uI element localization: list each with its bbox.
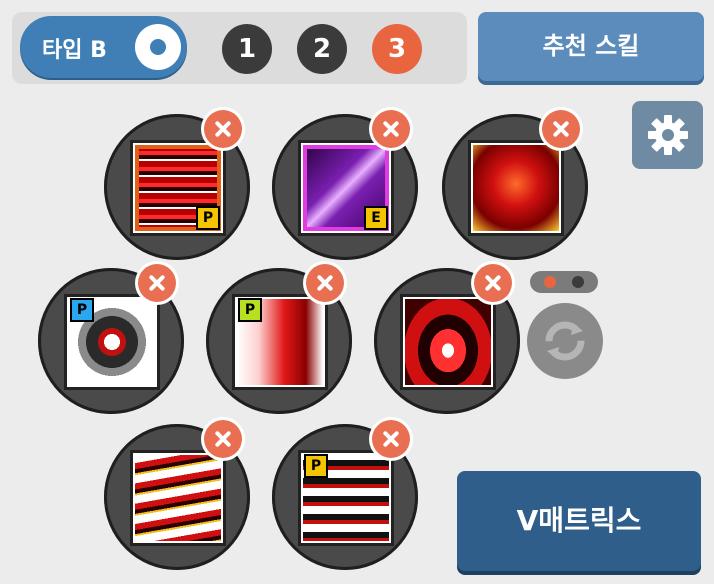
v-matrix-button[interactable]: V매트릭스 (457, 471, 701, 571)
skill-slot-2[interactable]: E (272, 110, 418, 260)
remove-skill-button[interactable] (204, 420, 242, 458)
gear-icon (648, 115, 688, 155)
skill-slot-8[interactable]: P (272, 420, 418, 570)
remove-skill-button[interactable] (542, 110, 580, 148)
remove-skill-button[interactable] (372, 110, 410, 148)
page-button-2[interactable]: 2 (297, 24, 347, 74)
remove-skill-button[interactable] (474, 264, 512, 302)
skill-badge: E (364, 206, 388, 230)
remove-skill-button[interactable] (372, 420, 410, 458)
settings-button[interactable] (632, 101, 703, 169)
skill-badge: P (304, 454, 328, 478)
skill-slot-3[interactable] (442, 110, 588, 260)
refresh-icon (545, 321, 585, 361)
skill-badge: P (70, 298, 94, 322)
skill-slot-6[interactable] (374, 264, 520, 414)
refresh-button[interactable] (527, 303, 603, 379)
pager-dot[interactable] (572, 276, 584, 288)
remove-skill-button[interactable] (306, 264, 344, 302)
pager-dot-active[interactable] (544, 276, 556, 288)
skill-slot-4[interactable]: P (38, 264, 184, 414)
skill-slot-5[interactable]: P (206, 264, 352, 414)
skill-badge: P (238, 298, 262, 322)
page-button-3[interactable]: 3 (372, 24, 422, 74)
skill-icon-red-dragon (468, 140, 564, 236)
type-toggle[interactable]: 타입 B (20, 16, 187, 78)
skill-slot-1[interactable]: P (104, 110, 250, 260)
skill-slot-7[interactable] (104, 420, 250, 570)
page-button-1[interactable]: 1 (222, 24, 272, 74)
type-toggle-label: 타입 B (42, 38, 107, 63)
skill-icon-red-shockwave (400, 294, 496, 390)
recommended-skills-button[interactable]: 추천 스킬 (478, 12, 704, 81)
toggle-knob[interactable] (135, 24, 181, 70)
skill-icon-red-fire-dash (130, 450, 226, 546)
remove-skill-button[interactable] (138, 264, 176, 302)
pager-dots (530, 271, 598, 293)
skill-badge: P (196, 206, 220, 230)
remove-skill-button[interactable] (204, 110, 242, 148)
